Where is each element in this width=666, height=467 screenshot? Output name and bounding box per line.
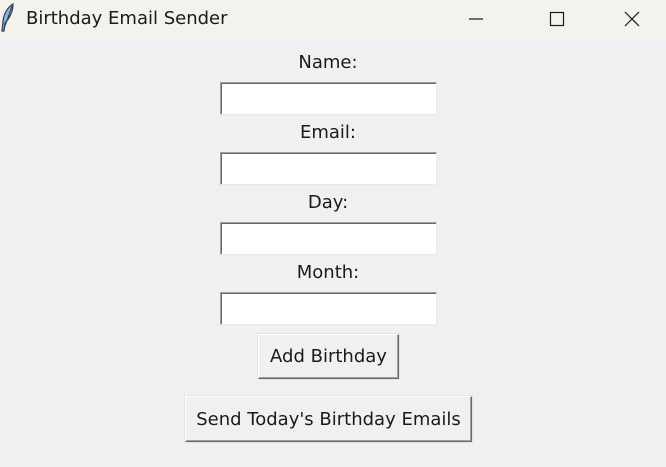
minimize-button[interactable] [436, 0, 516, 38]
maximize-icon [549, 11, 565, 27]
close-icon [624, 11, 640, 27]
month-label: Month: [296, 262, 360, 283]
name-input[interactable] [220, 82, 437, 115]
title-bar[interactable]: Birthday Email Sender [0, 0, 666, 38]
window-title: Birthday Email Sender [26, 8, 228, 29]
form-area: Name: Email: Day: Month: Add Birthday Se… [0, 38, 666, 467]
app-window: Birthday Email Sender Name: Email: Day: … [0, 0, 666, 467]
feather-icon [0, 2, 16, 33]
name-label: Name: [298, 52, 358, 73]
close-button[interactable] [598, 0, 666, 38]
day-label: Day: [307, 192, 349, 213]
day-input[interactable] [220, 222, 437, 255]
maximize-button[interactable] [517, 0, 597, 38]
send-emails-button[interactable]: Send Today's Birthday Emails [185, 396, 472, 442]
email-label: Email: [299, 122, 356, 143]
minimize-icon [469, 18, 483, 20]
email-input[interactable] [220, 152, 437, 185]
add-birthday-button[interactable]: Add Birthday [258, 334, 399, 379]
month-input[interactable] [220, 292, 437, 325]
